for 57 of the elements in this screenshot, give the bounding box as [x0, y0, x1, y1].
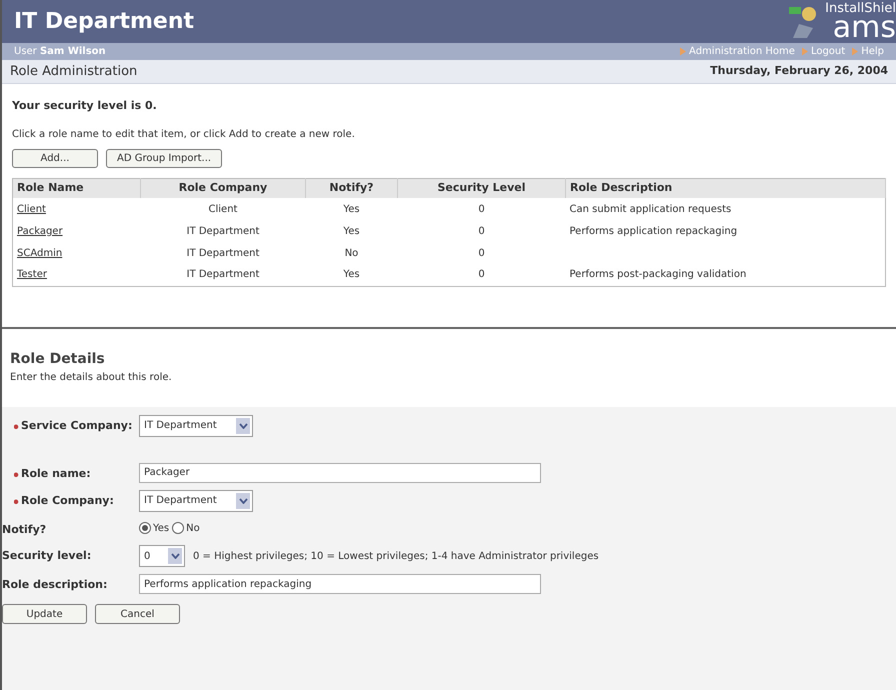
table-cell: Yes	[343, 204, 360, 214]
radio-option[interactable]: No	[172, 520, 200, 536]
hint-text: 0 = Highest privileges; 10 = Lowest privileges; 1-4 have Administrator privileges	[193, 550, 599, 564]
column-header: Role Description	[566, 178, 886, 198]
field-label: Role description:	[2, 577, 108, 593]
table-cell: Client	[208, 204, 238, 214]
button[interactable]: AD Group Import...	[106, 148, 222, 168]
table-cell: 0	[478, 204, 485, 214]
table-cell: Yes	[343, 226, 360, 236]
arrow-icon	[800, 47, 809, 56]
page-title: IT Department	[14, 8, 194, 36]
field-label: Security level:	[2, 548, 92, 564]
role-link[interactable]: Tester	[17, 269, 47, 280]
button[interactable]: Update	[2, 604, 87, 624]
table-cell: 0	[478, 226, 485, 236]
table-cell: IT Department	[186, 269, 260, 280]
subtitle-text: Enter the details about this role.	[10, 370, 173, 384]
column-header: Role Company	[140, 178, 306, 198]
role-link[interactable]: Packager	[17, 226, 63, 236]
field-label: Role Company:	[14, 492, 114, 509]
input-field[interactable]: Packager	[139, 462, 541, 482]
caret-icon	[236, 418, 250, 434]
arrow-icon	[851, 47, 860, 56]
user-label: User Sam Wilson	[14, 45, 106, 59]
section-title: Role Administration	[10, 62, 138, 81]
table-cell: Can submit application requests	[570, 204, 732, 214]
table-cell: 0	[478, 269, 485, 280]
role-link[interactable]: SCAdmin	[17, 248, 62, 258]
date-text: Thursday, February 26, 2004	[710, 63, 888, 80]
column-header: Role Name	[12, 178, 140, 198]
dropdown[interactable]: IT Department	[139, 490, 253, 512]
input-field[interactable]: Performs application repackaging	[139, 574, 541, 594]
section-heading: Role Details	[10, 350, 106, 368]
instructions-text: Click a role name to edit that item, or click Add to create a new role.	[12, 128, 356, 142]
table-cell: Performs application repackaging	[570, 226, 738, 236]
logo-text: ams	[832, 15, 896, 41]
table-cell: IT Department	[186, 248, 260, 258]
dropdown[interactable]: IT Department	[139, 414, 253, 436]
radio-option[interactable]: Yes	[139, 520, 170, 536]
caret-icon	[168, 548, 182, 564]
dropdown[interactable]: 0	[139, 545, 185, 567]
table-cell: IT Department	[186, 226, 260, 236]
caret-icon	[236, 492, 250, 508]
arrow-icon	[679, 47, 688, 56]
column-header: Notify?	[306, 178, 398, 198]
field-label: Service Company:	[14, 418, 132, 434]
button[interactable]: Add...	[12, 148, 98, 168]
table-cell: Performs post-packaging validation	[570, 269, 746, 280]
table-cell: Yes	[343, 269, 360, 280]
table-cell: No	[344, 248, 358, 258]
button[interactable]: Cancel	[95, 604, 180, 624]
role-link[interactable]: Client	[17, 204, 46, 214]
logo-text: InstallShiel	[825, 2, 896, 15]
table-cell: 0	[478, 248, 485, 258]
field-label: Notify?	[2, 522, 46, 538]
column-header: Security Level	[398, 178, 566, 198]
security-note: Your security level is 0.	[12, 98, 158, 114]
